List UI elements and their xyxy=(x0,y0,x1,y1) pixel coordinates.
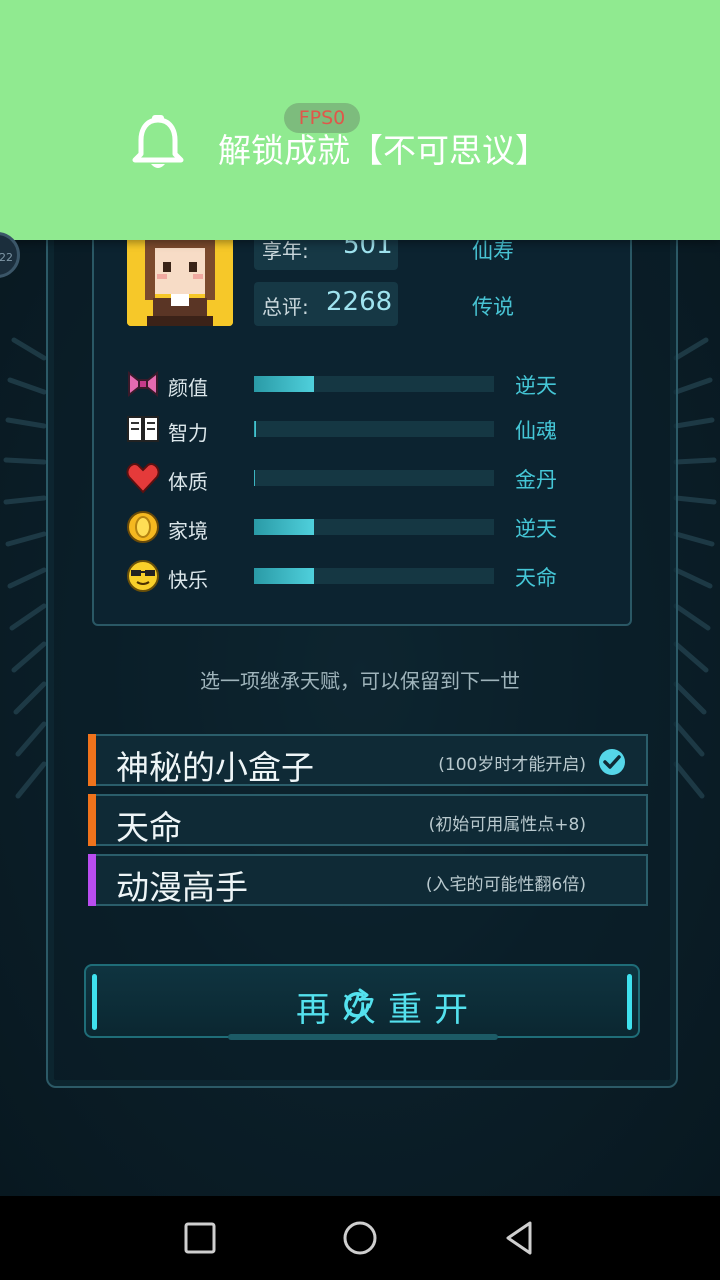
attr-bar xyxy=(254,376,494,392)
attr-label: 体质 xyxy=(168,470,208,494)
recents-icon[interactable] xyxy=(178,1216,222,1260)
talent-desc: (100岁时才能开启) xyxy=(438,755,586,775)
talent-rarity-bar xyxy=(88,794,96,846)
attr-bar xyxy=(254,568,494,584)
score-label: 总评: xyxy=(262,295,309,319)
sunglasses-face-icon xyxy=(127,560,159,592)
talent-name: 动漫高手 xyxy=(116,868,248,907)
talent-option-destiny[interactable]: 天命 (初始可用属性点+8) xyxy=(88,794,648,847)
restart-button[interactable]: 再次重开 xyxy=(84,964,640,1038)
attr-grade: 仙魂 xyxy=(515,419,557,443)
system-nav-bar xyxy=(0,1196,720,1280)
attr-label: 智力 xyxy=(168,421,208,445)
talent-name: 天命 xyxy=(116,808,182,847)
restart-label: 再次重开 xyxy=(296,990,480,1030)
book-icon xyxy=(127,416,159,442)
score-value: 2268 xyxy=(326,287,393,317)
talent-option-mystery-box[interactable]: 神秘的小盒子 (100岁时才能开启) xyxy=(88,734,648,787)
button-underline xyxy=(228,1034,498,1040)
attr-label: 快乐 xyxy=(168,568,208,592)
talent-name: 神秘的小盒子 xyxy=(116,748,314,787)
bell-icon xyxy=(132,115,184,168)
attr-grade: 金丹 xyxy=(515,468,557,492)
attr-grade: 逆天 xyxy=(515,374,557,398)
achievement-text: 解锁成就【不可思议】 xyxy=(218,131,548,170)
home-icon[interactable] xyxy=(338,1216,382,1260)
attr-label: 家境 xyxy=(168,519,208,543)
talent-desc: (入宅的可能性翻6倍) xyxy=(425,875,586,895)
talent-rarity-bar xyxy=(88,734,96,786)
attr-grade: 逆天 xyxy=(515,517,557,541)
back-icon[interactable] xyxy=(498,1216,542,1260)
attr-grade: 天命 xyxy=(515,566,557,590)
score-grade: 传说 xyxy=(472,295,514,319)
coin-icon xyxy=(127,511,159,543)
attr-label: 颜值 xyxy=(168,376,208,400)
heart-icon xyxy=(126,463,160,494)
attr-bar xyxy=(254,421,494,437)
talent-rarity-bar xyxy=(88,854,96,906)
bow-icon xyxy=(128,370,158,398)
check-icon xyxy=(599,749,625,775)
attr-bar xyxy=(254,519,494,535)
attr-bar xyxy=(254,470,494,486)
talent-option-anime-master[interactable]: 动漫高手 (入宅的可能性翻6倍) xyxy=(88,854,648,907)
inherit-hint: 选一项继承天赋，可以保留到下一世 xyxy=(200,669,520,693)
achievement-notification[interactable]: 解锁成就【不可思议】 FPS0 xyxy=(0,0,720,240)
talent-desc: (初始可用属性点+8) xyxy=(428,815,586,835)
fps-badge: FPS0 xyxy=(284,103,360,133)
